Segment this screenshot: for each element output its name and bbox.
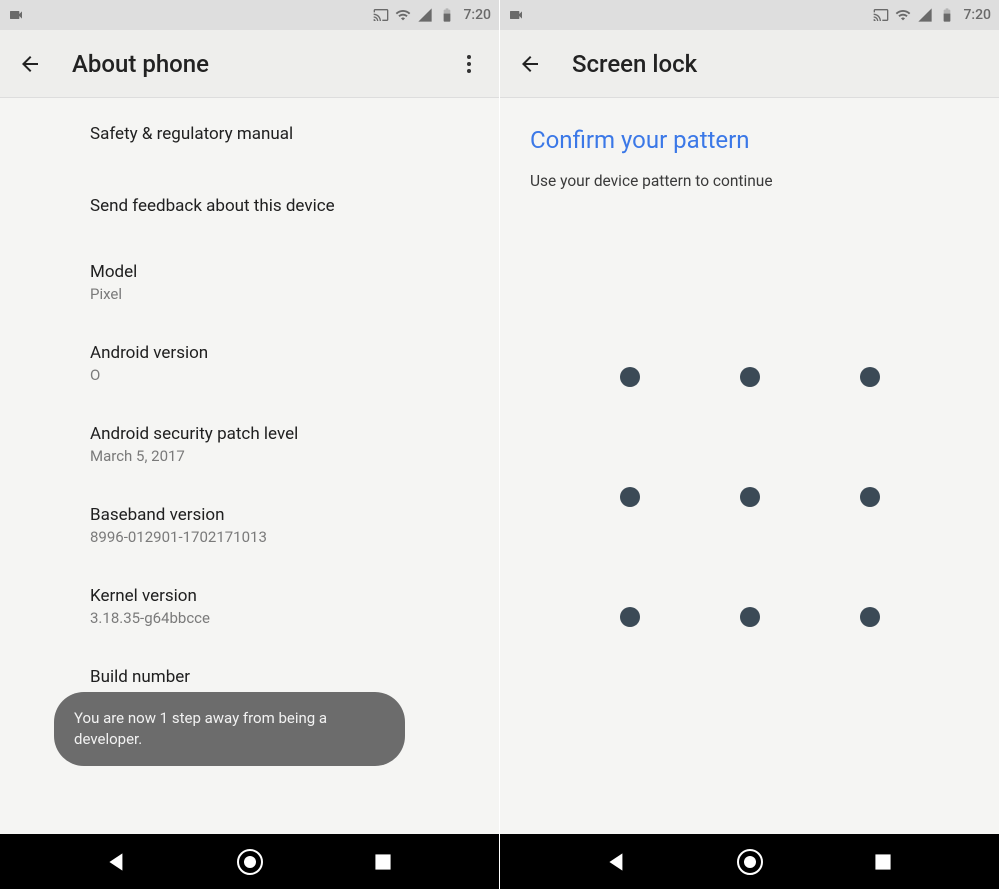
wifi-icon [895,7,911,23]
row-label: Android security patch level [90,424,475,444]
row-baseband[interactable]: Baseband version 8996-012901-1702171013 [0,485,499,566]
back-icon[interactable] [18,52,42,76]
camera-icon [508,7,524,23]
cast-icon [373,7,389,23]
row-sub: March 5, 2017 [90,447,475,465]
status-time: 7:20 [963,7,991,23]
pattern-dot-2[interactable] [740,367,760,387]
pattern-dot-7[interactable] [620,607,640,627]
phone-left: 7:20 About phone Safety & regulatory man… [0,0,500,889]
about-list: Safety & regulatory manual Send feedback… [0,98,499,834]
row-sub: Pixel [90,285,475,303]
nav-recent-icon[interactable] [870,849,896,875]
confirm-headline: Confirm your pattern [530,126,969,154]
nav-home-icon[interactable] [237,849,263,875]
signal-icon [917,7,933,23]
row-sub: 8996-012901-1702171013 [90,528,475,546]
confirm-header: Confirm your pattern Use your device pat… [500,98,999,200]
status-bar: 7:20 [500,0,999,30]
pattern-dot-9[interactable] [860,607,880,627]
row-sub: O [90,366,475,384]
pattern-dot-3[interactable] [860,367,880,387]
camera-icon [8,7,24,23]
pattern-input[interactable] [500,200,999,834]
lock-content: Confirm your pattern Use your device pat… [500,98,999,834]
confirm-subline: Use your device pattern to continue [530,172,969,190]
cast-icon [873,7,889,23]
nav-bar [0,834,499,889]
nav-home-icon[interactable] [737,849,763,875]
battery-icon [439,7,455,23]
nav-back-icon[interactable] [604,849,630,875]
row-android-version[interactable]: Android version O [0,323,499,404]
row-label: Baseband version [90,505,475,525]
toast-developer: You are now 1 step away from being a dev… [54,692,405,766]
row-label: Model [90,262,475,282]
pattern-dot-8[interactable] [740,607,760,627]
app-bar: About phone [0,30,499,98]
row-safety-manual[interactable]: Safety & regulatory manual [0,98,499,170]
wifi-icon [395,7,411,23]
nav-recent-icon[interactable] [370,849,396,875]
page-title: Screen lock [572,50,981,78]
back-icon[interactable] [518,52,542,76]
row-label: Safety & regulatory manual [90,124,475,144]
row-label: Send feedback about this device [90,196,475,216]
app-bar: Screen lock [500,30,999,98]
row-sub: 3.18.35-g64bbcce [90,609,475,627]
row-security-patch[interactable]: Android security patch level March 5, 20… [0,404,499,485]
row-label: Build number [90,667,475,687]
row-kernel[interactable]: Kernel version 3.18.35-g64bbcce [0,566,499,647]
nav-back-icon[interactable] [104,849,130,875]
status-bar: 7:20 [0,0,499,30]
pattern-dot-1[interactable] [620,367,640,387]
row-label: Android version [90,343,475,363]
nav-bar [500,834,999,889]
pattern-dot-6[interactable] [860,487,880,507]
status-time: 7:20 [463,7,491,23]
phone-right: 7:20 Screen lock Confirm your pattern Us… [500,0,1000,889]
pattern-dot-4[interactable] [620,487,640,507]
battery-icon [939,7,955,23]
row-send-feedback[interactable]: Send feedback about this device [0,170,499,242]
overflow-menu-icon[interactable] [457,52,481,76]
signal-icon [417,7,433,23]
page-title: About phone [72,50,457,78]
pattern-dot-5[interactable] [740,487,760,507]
row-label: Kernel version [90,586,475,606]
row-model[interactable]: Model Pixel [0,242,499,323]
